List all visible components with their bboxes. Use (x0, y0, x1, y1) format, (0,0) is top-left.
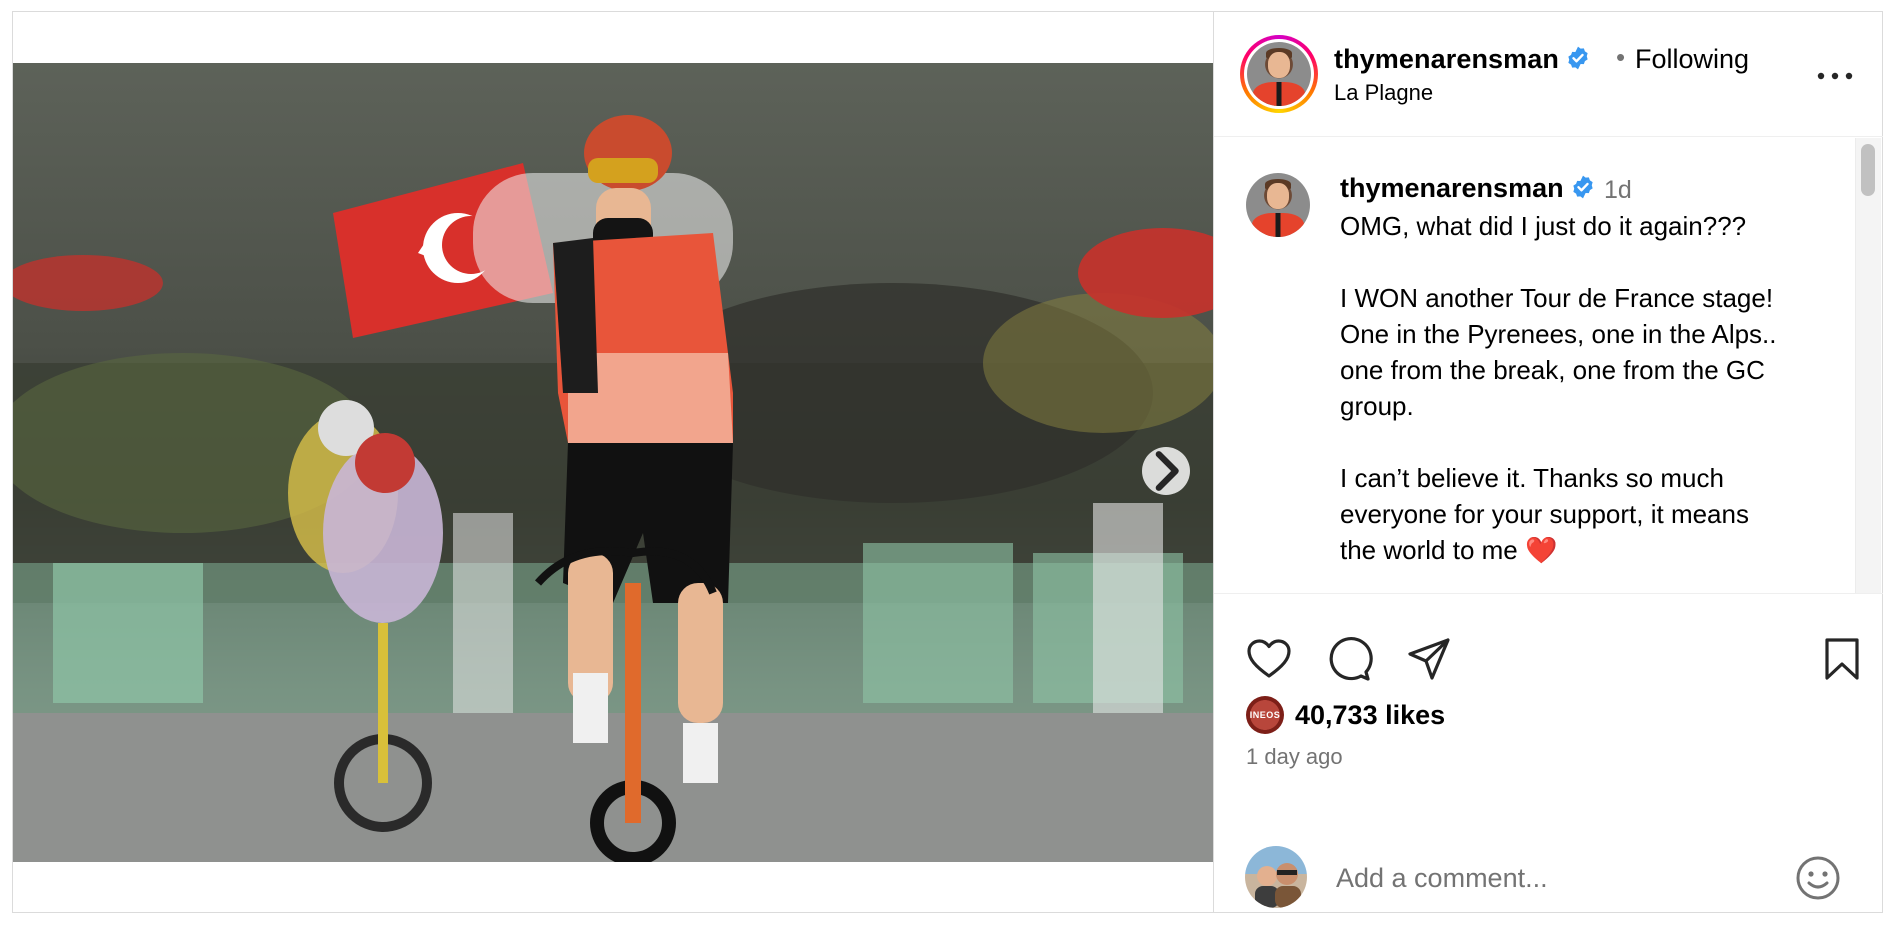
header-separator: • (1616, 42, 1626, 72)
author-username[interactable]: thymenarensman (1334, 44, 1559, 74)
share-icon[interactable] (1405, 635, 1453, 683)
liker-avatar-label: INEOS (1249, 710, 1281, 720)
likes-row[interactable]: INEOS 40,733 likes (1246, 695, 1445, 735)
caption-section: thymenarensman 1d OMG, what did I just d… (1214, 138, 1883, 593)
caption-author-avatar[interactable] (1246, 173, 1310, 237)
author-avatar[interactable] (1240, 35, 1318, 113)
post-timestamp[interactable]: 1 day ago (1246, 744, 1343, 770)
media-pane (13, 12, 1213, 912)
caption-text: OMG, what did I just do it again??? I WO… (1340, 211, 1777, 565)
following-button[interactable]: Following (1635, 44, 1749, 75)
liker-avatar[interactable]: INEOS (1246, 696, 1284, 734)
post-header: thymenarensman • Following La Plagne (1214, 12, 1883, 137)
verified-badge-icon (1572, 176, 1593, 199)
caption-scrollbar-thumb[interactable] (1861, 144, 1875, 196)
bookmark-icon[interactable] (1818, 635, 1866, 683)
verified-badge-icon (1568, 47, 1588, 70)
post-modal: thymenarensman • Following La Plagne thy… (12, 11, 1883, 913)
post-photo[interactable] (13, 63, 1213, 862)
emoji-icon[interactable] (1794, 854, 1842, 902)
caption-timestamp[interactable]: 1d (1604, 176, 1632, 205)
current-user-avatar (1245, 846, 1307, 908)
heart-icon[interactable] (1245, 635, 1293, 683)
caption-username[interactable]: thymenarensman (1340, 173, 1564, 203)
chevron-right-icon (1155, 451, 1179, 491)
author-username-link[interactable]: thymenarensman (1334, 44, 1591, 75)
photo-illustration (13, 115, 1213, 862)
more-options-icon[interactable] (1815, 66, 1855, 86)
actions-section: INEOS 40,733 likes 1 day ago (1214, 593, 1883, 912)
comment-input[interactable] (1336, 858, 1766, 898)
carousel-next-button[interactable] (1142, 447, 1190, 495)
comment-icon[interactable] (1325, 635, 1373, 683)
caption-username-link[interactable]: thymenarensman (1340, 173, 1596, 204)
likes-count[interactable]: 40,733 likes (1295, 700, 1445, 731)
post-side-panel: thymenarensman • Following La Plagne thy… (1213, 12, 1883, 912)
caption-scrollbar[interactable] (1855, 138, 1881, 593)
location-link[interactable]: La Plagne (1334, 80, 1433, 106)
comment-bar (1214, 826, 1883, 913)
